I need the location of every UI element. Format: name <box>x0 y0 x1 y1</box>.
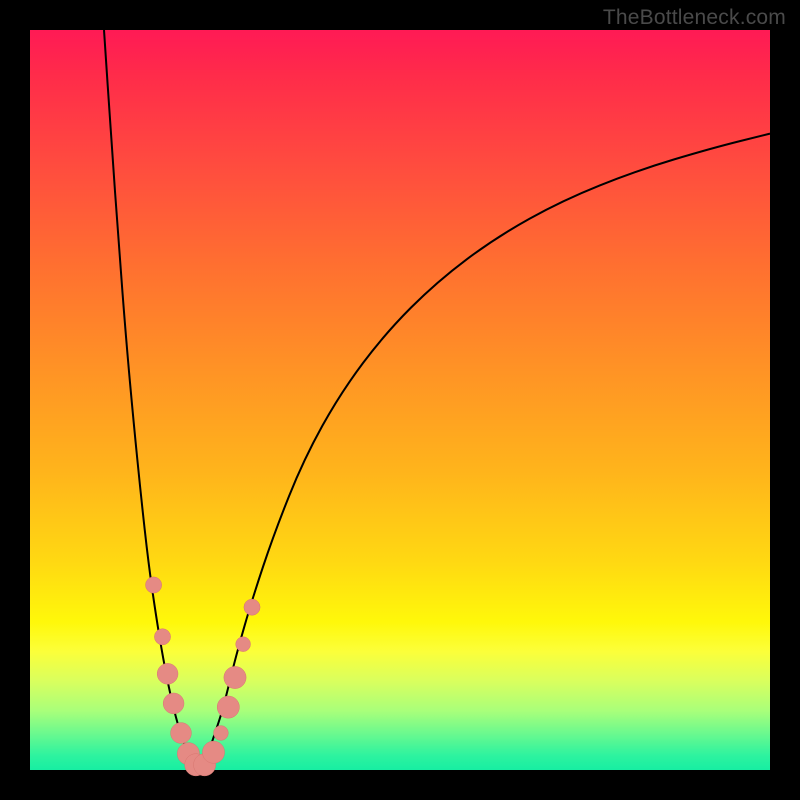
data-marker <box>214 726 229 741</box>
data-marker <box>236 637 251 652</box>
curve-left-branch <box>104 30 200 770</box>
curve-right-branch <box>200 134 770 770</box>
marker-group <box>146 577 261 776</box>
watermark-text: TheBottleneck.com <box>603 6 786 30</box>
chart-svg <box>30 30 770 770</box>
data-marker <box>146 577 162 593</box>
data-marker <box>157 663 178 684</box>
chart-frame: TheBottleneck.com <box>0 0 800 800</box>
data-marker <box>244 599 260 615</box>
data-marker <box>202 741 224 763</box>
data-marker <box>217 696 239 718</box>
data-marker <box>163 693 184 714</box>
data-marker <box>154 629 170 645</box>
data-marker <box>224 666 246 688</box>
curve-group <box>104 30 770 770</box>
data-marker <box>171 723 192 744</box>
